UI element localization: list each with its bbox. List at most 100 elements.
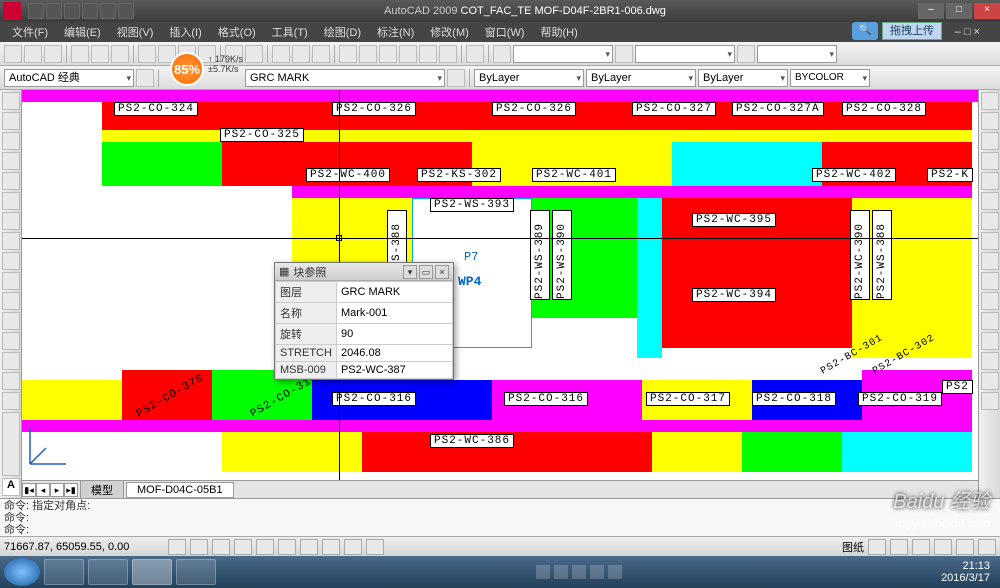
rect-icon[interactable] — [2, 152, 20, 170]
sheet-next-icon[interactable]: ▸ — [50, 483, 64, 497]
move-icon[interactable] — [981, 192, 999, 210]
palette-close-icon[interactable]: × — [435, 265, 449, 279]
line-icon[interactable] — [2, 92, 20, 110]
qat-undo-icon[interactable] — [82, 3, 98, 19]
array-icon[interactable] — [981, 172, 999, 190]
snap-toggle[interactable] — [168, 539, 186, 555]
tb-mark-icon[interactable] — [419, 45, 437, 63]
cmd-line-3[interactable]: 命令: — [4, 524, 996, 536]
ducs-toggle[interactable] — [300, 539, 318, 555]
menu-modify[interactable]: 修改(M) — [422, 22, 477, 42]
qat-open-icon[interactable] — [46, 3, 62, 19]
prop-val-stretch[interactable]: 2046.08 — [336, 345, 452, 362]
prop-val-layer[interactable]: GRC MARK — [336, 282, 452, 303]
sheet-first-icon[interactable]: ▮◂ — [22, 483, 36, 497]
menu-tools[interactable]: 工具(T) — [264, 22, 316, 42]
hatch-icon[interactable] — [2, 312, 20, 330]
taskbar-clock[interactable]: 21:132016/3/17 — [941, 560, 996, 584]
paper-label[interactable]: 图纸 — [842, 539, 864, 555]
style-combo[interactable] — [513, 45, 613, 63]
lweight-combo[interactable]: ByLayer — [698, 69, 788, 87]
qat-print-icon[interactable] — [118, 3, 134, 19]
menu-view[interactable]: 视图(V) — [109, 22, 162, 42]
ortho-toggle[interactable] — [212, 539, 230, 555]
percent-badge[interactable]: 85% — [170, 52, 204, 86]
tray-1-icon[interactable] — [536, 565, 550, 579]
region-icon[interactable] — [2, 352, 20, 370]
sheet-last-icon[interactable]: ▸▮ — [64, 483, 78, 497]
osnap-toggle[interactable] — [256, 539, 274, 555]
mirror-icon[interactable] — [981, 132, 999, 150]
menu-file[interactable]: 文件(F) — [4, 22, 56, 42]
clean-toggle[interactable] — [978, 539, 996, 555]
model-toggle[interactable] — [868, 539, 886, 555]
search-pill-icon[interactable]: 🔍 — [852, 22, 878, 40]
extend-icon[interactable] — [981, 292, 999, 310]
tb-props-icon[interactable] — [339, 45, 357, 63]
qat-redo-icon[interactable] — [100, 3, 116, 19]
chamfer-icon[interactable] — [981, 352, 999, 370]
dyn-toggle[interactable] — [322, 539, 340, 555]
pline-icon[interactable] — [2, 112, 20, 130]
close-button[interactable]: × — [974, 3, 1000, 19]
text-a-icon[interactable]: A — [2, 478, 20, 496]
tb-layer3-icon[interactable] — [615, 45, 633, 63]
tb-calc-icon[interactable] — [439, 45, 457, 63]
ann-toggle[interactable] — [890, 539, 908, 555]
tb-save-icon[interactable] — [44, 45, 62, 63]
dim-combo[interactable] — [635, 45, 735, 63]
lwt-toggle[interactable] — [344, 539, 362, 555]
sheet-prev-icon[interactable]: ◂ — [36, 483, 50, 497]
menu-edit[interactable]: 编辑(E) — [56, 22, 109, 42]
prop-val-name[interactable]: Mark-001 — [336, 303, 452, 324]
join-icon[interactable] — [981, 332, 999, 350]
spline-icon[interactable] — [2, 232, 20, 250]
menu-insert[interactable]: 插入(I) — [161, 22, 209, 42]
tb-redo-icon[interactable] — [245, 45, 263, 63]
menu-draw[interactable]: 绘图(D) — [316, 22, 369, 42]
color-combo[interactable]: ByLayer — [474, 69, 584, 87]
gradient-icon[interactable] — [2, 332, 20, 350]
offset-icon[interactable] — [981, 152, 999, 170]
palette-expand-icon[interactable]: ▭ — [419, 265, 433, 279]
mtext-icon[interactable] — [2, 392, 20, 410]
workspace-combo[interactable]: AutoCAD 经典 — [4, 69, 134, 87]
mdi-controls[interactable]: – □ × — [947, 24, 1000, 40]
qp-toggle[interactable] — [366, 539, 384, 555]
drawing-canvas[interactable]: PS2-CO-324 PS2-CO-325 PS2-CO-326 PS2-CO-… — [22, 90, 978, 498]
tray-vol-icon[interactable] — [608, 565, 622, 579]
tray-3-icon[interactable] — [572, 565, 586, 579]
tbl-combo[interactable] — [757, 45, 837, 63]
qat-new-icon[interactable] — [28, 3, 44, 19]
menu-help[interactable]: 帮助(H) — [533, 22, 586, 42]
fillet-icon[interactable] — [981, 372, 999, 390]
tb-tp-icon[interactable] — [379, 45, 397, 63]
prop-val-msb[interactable]: PS2-WC-387 — [336, 362, 452, 379]
tray-2-icon[interactable] — [554, 565, 568, 579]
tab-model[interactable]: 模型 — [80, 480, 124, 499]
arc-icon[interactable] — [2, 172, 20, 190]
tb-ssm-icon[interactable] — [399, 45, 417, 63]
tray-net-icon[interactable] — [590, 565, 604, 579]
palette-title-bar[interactable]: ▦ 块参照 ▾ ▭ × — [275, 263, 453, 281]
point-icon[interactable] — [2, 292, 20, 310]
menu-format[interactable]: 格式(O) — [210, 22, 264, 42]
ellipse-icon[interactable] — [2, 252, 20, 270]
command-window[interactable]: 命令: 指定对角点: 命令: 命令: — [0, 498, 1000, 536]
ltype-combo[interactable]: ByLayer — [586, 69, 696, 87]
polar-toggle[interactable] — [234, 539, 252, 555]
upload-button[interactable]: 拖拽上传 — [882, 22, 942, 40]
task-explorer-icon[interactable] — [88, 559, 128, 585]
copy-icon[interactable] — [981, 112, 999, 130]
break-icon[interactable] — [981, 312, 999, 330]
otrack-toggle[interactable] — [278, 539, 296, 555]
grid-toggle[interactable] — [190, 539, 208, 555]
qat-save-icon[interactable] — [64, 3, 80, 19]
revcloud-icon[interactable] — [2, 212, 20, 230]
task-autocad-icon[interactable] — [132, 559, 172, 585]
palette-grip-icon[interactable]: ▦ — [279, 265, 289, 278]
minimize-button[interactable]: – — [918, 3, 944, 19]
restore-button[interactable]: □ — [946, 3, 972, 19]
tb-dc-icon[interactable] — [359, 45, 377, 63]
quick-properties-palette[interactable]: ▦ 块参照 ▾ ▭ × 图层GRC MARK 名称Mark-001 旋转90 S… — [274, 262, 454, 380]
